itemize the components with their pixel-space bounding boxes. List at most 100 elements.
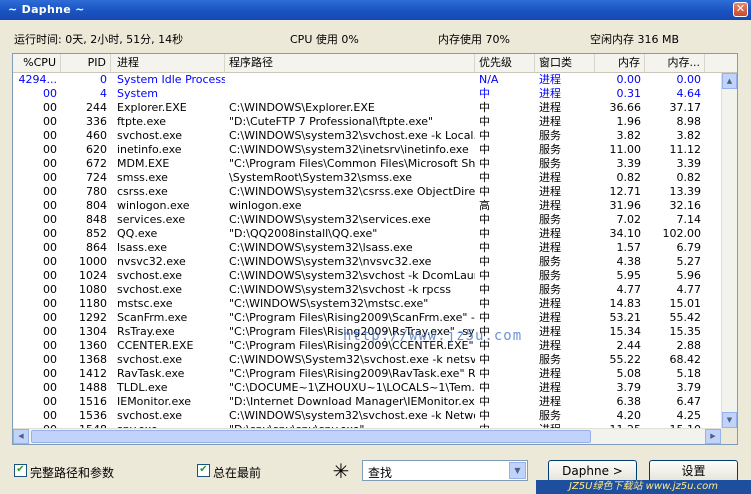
cell-cpu: 00: [43, 381, 57, 394]
horizontal-scrollbar[interactable]: ◀ ▶: [13, 428, 721, 444]
cell-pid: 780: [86, 185, 107, 198]
cell-priority: 中: [479, 213, 490, 226]
window-title: ~ Daphne ~: [8, 3, 85, 16]
cell-window-class: 进程: [539, 185, 561, 198]
table-row[interactable]: 00 1024 svchost.exe C:\WINDOWS\system32\svc…: [13, 269, 721, 283]
cell-memory: 6.38: [616, 395, 642, 408]
cell-path: [225, 73, 475, 87]
table-row[interactable]: 00 1536 svchost.exe C:\WINDOWS\system32\svc…: [13, 409, 721, 423]
find-combobox[interactable]: 查找 ▼: [362, 460, 528, 481]
cell-pid: 852: [86, 227, 107, 240]
cell-priority: 中: [479, 171, 490, 184]
cell-window-class: 进程: [539, 101, 561, 114]
table-row[interactable]: 00 336 ftpte.exe "D:\CuteFTP 7 Professional…: [13, 115, 721, 129]
table-row[interactable]: 00 804 winlogon.exe winlogon.exe 高 进程 31.96 32.…: [13, 199, 721, 213]
table-row[interactable]: 00 724 smss.exe \SystemRoot\System32\smss.e…: [13, 171, 721, 185]
cell-cpu: 00: [43, 87, 57, 100]
table-row[interactable]: 00 1292 ScanFrm.exe "C:\Program Files\Risin…: [13, 311, 721, 325]
cell-cpu: 4294...: [18, 73, 57, 86]
table-row[interactable]: 00 620 inetinfo.exe C:\WINDOWS\system32\ine…: [13, 143, 721, 157]
column-header-priority[interactable]: 优先级: [475, 54, 535, 72]
column-header-path[interactable]: 程序路径: [225, 54, 475, 72]
table-row[interactable]: 00 1000 nvsvc32.exe C:\WINDOWS\system32\nvs…: [13, 255, 721, 269]
cell-window-class: 进程: [539, 325, 561, 338]
cell-window-class: 进程: [539, 311, 561, 324]
table-row[interactable]: 00 1516 IEMonitor.exe "D:\Internet Download…: [13, 395, 721, 409]
table-row[interactable]: 00 780 csrss.exe C:\WINDOWS\system32\csrss.…: [13, 185, 721, 199]
scroll-right-icon[interactable]: ▶: [705, 429, 721, 444]
cell-window-class: 服务: [539, 255, 561, 268]
table-row[interactable]: 00 1368 svchost.exe C:\WINDOWS\System32\svc…: [13, 353, 721, 367]
cell-process: Explorer.EXE: [117, 101, 187, 114]
uptime-text: 运行时间: 0天, 2小时, 51分, 14秒: [14, 33, 184, 46]
cell-priority: 中: [479, 381, 490, 394]
table-row[interactable]: 00 852 QQ.exe "D:\QQ2008install\QQ.exe" 中 进程 3…: [13, 227, 721, 241]
table-row[interactable]: 00 672 MDM.EXE "C:\Program Files\Common Fil…: [13, 157, 721, 171]
chevron-down-icon[interactable]: ▼: [509, 462, 526, 479]
table-row[interactable]: 00 4 System 中 进程 0.31 4.64: [13, 87, 721, 101]
full-path-checkbox[interactable]: ✔: [14, 464, 27, 477]
vertical-scrollbar[interactable]: ▲ ▼: [721, 73, 737, 428]
cell-process: System: [117, 87, 159, 100]
table-row[interactable]: 4294... 0 System Idle Process N/A 进程 0.00 0.00: [13, 73, 721, 87]
cell-window-class: 服务: [539, 129, 561, 142]
cell-window-class: 进程: [539, 87, 561, 100]
close-icon: ✕: [735, 2, 746, 15]
cell-cpu: 00: [43, 227, 57, 240]
column-header-memory[interactable]: 内存: [595, 54, 645, 72]
cell-window-class: 进程: [539, 115, 561, 128]
cell-path: C:\WINDOWS\system32\lsass.exe: [229, 241, 413, 254]
cell-pid: 4: [100, 87, 107, 100]
scroll-up-icon[interactable]: ▲: [722, 73, 737, 89]
watermark-text: http://www.jz5u.com: [343, 328, 523, 344]
footer-brand-banner: JZ5U绿色下载站 www.jz5u.com: [536, 480, 751, 494]
cell-pid: 1412: [79, 367, 107, 380]
cell-process: RsTray.exe: [117, 325, 175, 338]
scroll-down-icon[interactable]: ▼: [722, 412, 737, 428]
scroll-corner: [721, 428, 737, 444]
cell-pid: 804: [86, 199, 107, 212]
cell-memory-peak: 15.01: [669, 297, 702, 310]
cell-cpu: 00: [43, 143, 57, 156]
column-header-window-class[interactable]: 窗口类: [535, 54, 595, 72]
daphne-button[interactable]: Daphne >: [548, 460, 637, 482]
title-bar[interactable]: ~ Daphne ~ ✕: [0, 0, 751, 20]
table-row[interactable]: 00 1180 mstsc.exe "C:\WINDOWS\system32\msts…: [13, 297, 721, 311]
table-row[interactable]: 00 1080 svchost.exe C:\WINDOWS\system32\svc…: [13, 283, 721, 297]
column-header-pid[interactable]: PID: [61, 54, 111, 72]
cell-cpu: 00: [43, 353, 57, 366]
cell-memory: 31.96: [609, 199, 642, 212]
table-row[interactable]: 00 848 services.exe C:\WINDOWS\system32\ser…: [13, 213, 721, 227]
cell-priority: 中: [479, 129, 490, 142]
table-row[interactable]: 00 1488 TLDL.exe "C:\DOCUME~1\ZHOUXU~1\LOCA…: [13, 381, 721, 395]
horizontal-scroll-thumb[interactable]: [31, 430, 591, 443]
scroll-left-icon[interactable]: ◀: [13, 429, 29, 444]
column-header-memory-peak[interactable]: 内存...: [645, 54, 705, 72]
cell-path: C:\WINDOWS\system32\services.exe: [229, 213, 431, 226]
column-header-process[interactable]: 进程: [113, 54, 225, 72]
cell-priority: 中: [479, 157, 490, 170]
cell-memory: 11.00: [609, 143, 642, 156]
settings-button[interactable]: 设置: [649, 460, 738, 482]
close-button[interactable]: ✕: [733, 2, 748, 17]
cell-process: svchost.exe: [117, 269, 183, 282]
table-row[interactable]: 00 1412 RavTask.exe "C:\Program Files\Risin…: [13, 367, 721, 381]
cell-priority: 中: [479, 297, 490, 310]
table-row[interactable]: 00 460 svchost.exe C:\WINDOWS\system32\svch…: [13, 129, 721, 143]
cell-pid: 864: [86, 241, 107, 254]
cell-pid: 460: [86, 129, 107, 142]
table-row[interactable]: 00 864 lsass.exe C:\WINDOWS\system32\lsass.…: [13, 241, 721, 255]
cell-memory: 55.22: [609, 353, 642, 366]
cell-cpu: 00: [43, 199, 57, 212]
window-finder-icon[interactable]: ✳: [330, 460, 352, 482]
cell-cpu: 00: [43, 395, 57, 408]
table-row[interactable]: 00 244 Explorer.EXE C:\WINDOWS\Explorer.EXE…: [13, 101, 721, 115]
cell-process: TLDL.exe: [117, 381, 168, 394]
on-top-checkbox[interactable]: ✔: [197, 464, 210, 477]
cell-pid: 0: [100, 73, 107, 86]
column-header-cpu[interactable]: %CPU: [13, 54, 61, 72]
process-list[interactable]: %CPU PID 进程 程序路径 优先级 窗口类 内存 内存... 4294... 0 Syste…: [12, 53, 738, 445]
full-path-label: 完整路径和参数: [30, 466, 115, 480]
cell-pid: 848: [86, 213, 107, 226]
cell-priority: 高: [479, 199, 490, 212]
